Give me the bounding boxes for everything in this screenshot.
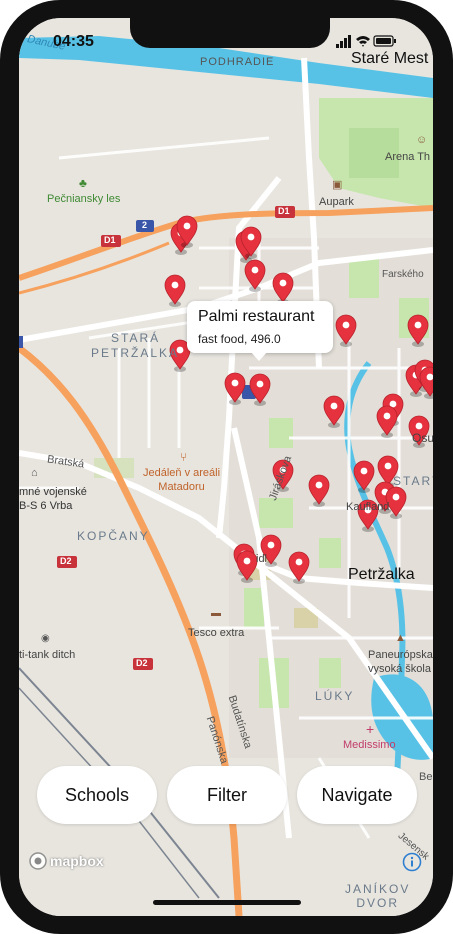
poi-label-jedalen-line1: Jedáleň v areáli (143, 467, 221, 479)
district-label-petrzalka-old: PETRŽALKA (91, 346, 180, 360)
district-label-janikov-line1: JANÍKOV (345, 882, 411, 896)
mapbox-logo-text: mapbox (50, 853, 104, 869)
label-osu: Osu (412, 431, 433, 445)
hospital-cross-icon: + (366, 721, 375, 737)
device-notch (130, 18, 330, 48)
district-label-kopcany: KOPČANY (77, 529, 150, 543)
street-label-farskeho: Farského (382, 269, 424, 280)
map-callout[interactable]: Palmi restaurant fast food, 496.0 (187, 301, 333, 361)
museum-icon: ⌂ (31, 467, 38, 479)
shopping-bag-icon: ▣ (332, 179, 343, 191)
district-label-luky: LÚKY (315, 689, 355, 703)
route-shield-2: 2 (142, 220, 148, 230)
poi-label-paneuropska-line1: Paneurópska (368, 649, 433, 661)
tree-icon: ♣ (79, 176, 87, 190)
poi-label-paneuropska-line2: vysoká škola (368, 663, 431, 675)
poi-label-medissimo: Medissimo (343, 739, 396, 751)
motorway-shield-d2-lower: D2 (136, 658, 148, 668)
poi-label-vojenske: mné vojenské B-S 6 Vrba (19, 485, 87, 513)
district-label-stara: STARÁ (111, 331, 161, 345)
mapbox-logo[interactable]: mapbox (29, 852, 104, 870)
poi-label-kaufland: Kaufland (346, 501, 390, 513)
poi-label-antitank: ti-tank ditch (19, 649, 76, 661)
callout-subtitle: fast food, 496.0 (198, 332, 281, 346)
signal-icon (336, 35, 351, 48)
poi-label-arena: Arena Th (385, 151, 431, 163)
poi-label-idl: idl (256, 553, 268, 565)
city-label-petrzalka: Petržalka (348, 566, 415, 583)
motorway-shield-d1-right: D1 (278, 206, 290, 216)
school-icon: ▲ (395, 632, 406, 644)
mapbox-logo-icon (29, 852, 47, 870)
theater-icon: ☺ (416, 134, 428, 146)
home-indicator[interactable] (153, 900, 301, 905)
poi-label-tesco: Tesco extra (188, 627, 245, 639)
camera-icon: ◉ (41, 633, 50, 644)
schools-button[interactable]: Schools (37, 766, 157, 824)
poi-label-pecniansky-les: Pečniansky les (47, 193, 121, 205)
filter-button[interactable]: Filter (167, 766, 287, 824)
status-icons (336, 35, 396, 48)
wifi-icon (356, 36, 370, 47)
district-label-janikov-dvor: JANÍKOV DVOR (345, 882, 410, 910)
district-label-podhradie: PODHRADIE (200, 56, 275, 68)
poi-label-jedalen-line2: Matadoru (158, 481, 205, 493)
district-label-janikov-line2: DVOR (356, 896, 400, 910)
motorway-shield-d1-left: D1 (104, 235, 116, 245)
poi-label-paneuropska: Paneurópska vysoká škola (368, 648, 433, 676)
district-label-stary: STARY (393, 474, 433, 488)
attribution-info-icon[interactable] (402, 852, 422, 877)
status-time: 04:35 (53, 33, 94, 50)
cart-icon: ▬ (211, 608, 221, 619)
poi-label-vojenske-line1: mné vojenské (19, 486, 87, 498)
battery-icon (373, 35, 396, 47)
poi-label-aupark: Aupark (319, 196, 354, 208)
restaurant-icon: ⑂ (180, 450, 188, 464)
poi-label-vojenske-line2: B-S 6 Vrba (19, 500, 73, 512)
motorway-shield-d2-upper: D2 (60, 556, 72, 566)
district-label-stare-mesto: Staré Mest (351, 50, 429, 67)
callout-title: Palmi restaurant (198, 308, 315, 325)
map-screen: Danube PODHRADIE Staré Mest Arena Th Aup… (19, 18, 433, 916)
poi-label-jedalen: Jedáleň v areáli Matadoru (143, 466, 220, 494)
navigate-button[interactable]: Navigate (297, 766, 417, 824)
callout-pointer (250, 351, 268, 361)
street-label-be: Be (419, 771, 433, 783)
phone-frame: Danube PODHRADIE Staré Mest Arena Th Aup… (0, 0, 453, 934)
